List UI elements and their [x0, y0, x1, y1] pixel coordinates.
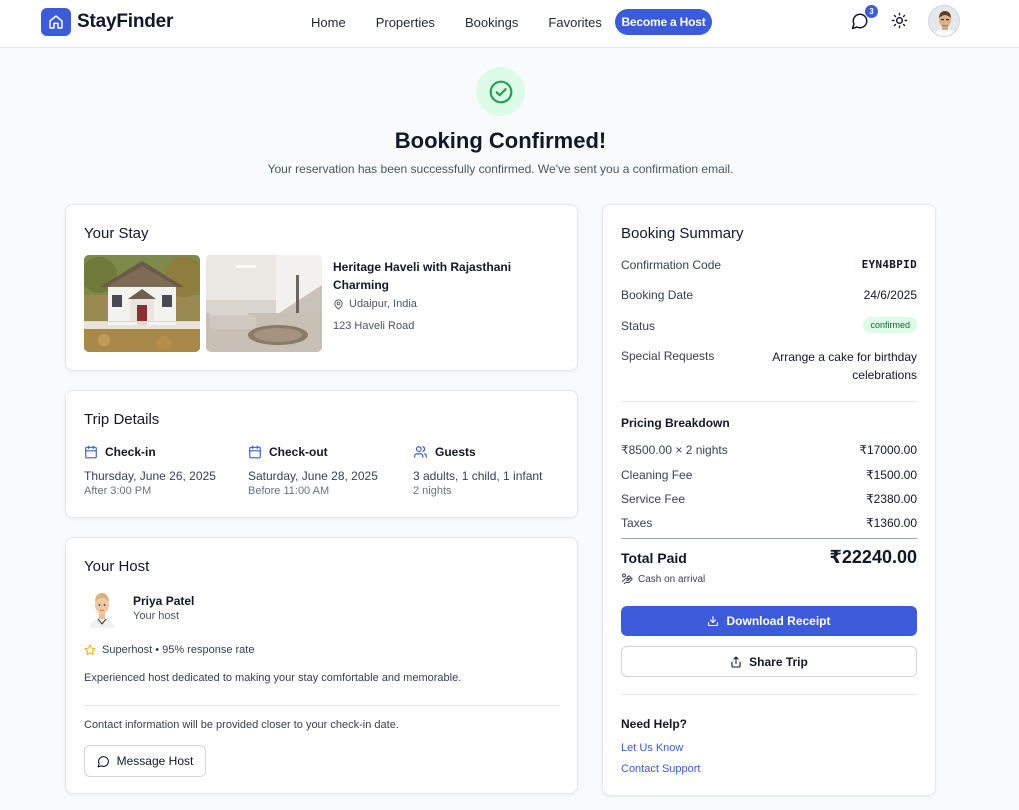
- message-circle-icon: [97, 755, 109, 767]
- notification-badge: 3: [865, 5, 878, 18]
- share-trip-label: Share Trip: [749, 654, 808, 669]
- divider: [84, 705, 559, 706]
- nav-links: Home Properties Bookings Favorites: [311, 0, 632, 44]
- divider: [621, 401, 917, 402]
- page-subtitle: Your reservation has been successfully c…: [267, 162, 734, 176]
- your-stay-card: Your Stay Heritage Haveli with Rajasthan…: [65, 204, 578, 371]
- price-row-nights: ₹8500.00 × 2 nights ₹17000.00: [621, 443, 917, 457]
- users-icon: [414, 446, 427, 458]
- calendar-icon: [85, 445, 97, 459]
- home-logo-icon[interactable]: [41, 8, 71, 36]
- theme-toggle-sun-icon[interactable]: [891, 12, 909, 30]
- your-stay-title: Your Stay: [84, 225, 149, 242]
- superhost-info: Superhost • 95% response rate: [84, 644, 254, 656]
- hand-coins-icon: [622, 573, 633, 584]
- booking-date: 24/6/2025: [863, 288, 917, 302]
- checkout-label: Check-out: [269, 445, 328, 459]
- status-label: Status: [621, 319, 656, 333]
- divider: [621, 694, 917, 695]
- host-contact-note: Contact information will be provided clo…: [84, 719, 399, 731]
- divider: [621, 538, 917, 539]
- total-paid-value: ₹22240.00: [829, 547, 917, 567]
- price-row-service: Service Fee ₹2380.00: [621, 492, 917, 506]
- message-host-button[interactable]: Message Host: [84, 745, 206, 777]
- page-title: Booking Confirmed!: [394, 128, 607, 153]
- contact-support-link[interactable]: Contact Support: [621, 763, 701, 775]
- host-role: Your host: [133, 610, 180, 622]
- your-host-title: Your Host: [84, 558, 150, 575]
- booking-date-label: Booking Date: [621, 288, 694, 302]
- download-receipt-label: Download Receipt: [726, 614, 831, 628]
- price-value: ₹17000.00: [859, 443, 917, 457]
- status-row: Status confirmed: [621, 317, 917, 333]
- price-label: Service Fee: [621, 492, 686, 506]
- checkin-label: Check-in: [105, 445, 156, 459]
- become-host-button[interactable]: Become a Host: [615, 9, 712, 35]
- user-avatar[interactable]: [928, 5, 960, 37]
- booking-summary-title: Booking Summary: [621, 225, 744, 242]
- price-row-taxes: Taxes ₹1360.00: [621, 516, 917, 530]
- nav-link-home[interactable]: Home: [311, 15, 346, 30]
- trip-details-title: Trip Details: [84, 411, 160, 428]
- payment-method: Cash on arrival: [621, 573, 705, 585]
- payment-method-text: Cash on arrival: [638, 573, 706, 585]
- need-help-title: Need Help?: [621, 717, 688, 731]
- property-image-interior[interactable]: [206, 255, 322, 352]
- price-label: Taxes: [621, 516, 653, 530]
- booking-summary-card: Booking Summary Confirmation Code EYN4BP…: [602, 204, 936, 796]
- map-pin-icon: [333, 298, 344, 310]
- property-name[interactable]: Heritage Haveli with Rajasthani Charming: [333, 258, 533, 294]
- checkout-date: Saturday, June 28, 2025: [248, 469, 378, 483]
- success-check-icon: [476, 67, 525, 116]
- property-location-text: Udaipur, India: [349, 298, 417, 310]
- booking-date-row: Booking Date 24/6/2025: [621, 288, 917, 302]
- checkout-section: Check-out Saturday, June 28, 2025 Before…: [248, 444, 378, 497]
- download-receipt-button[interactable]: Download Receipt: [621, 606, 917, 636]
- guests-label: Guests: [435, 445, 476, 459]
- special-requests-label: Special Requests: [621, 349, 715, 363]
- host-avatar[interactable]: [84, 588, 120, 628]
- confirmation-code-label: Confirmation Code: [621, 258, 722, 272]
- status-badge: confirmed: [863, 317, 917, 333]
- share-icon: [731, 655, 741, 668]
- price-label: Cleaning Fee: [621, 468, 693, 482]
- checkin-time: After 3:00 PM: [84, 485, 152, 497]
- nav-link-properties[interactable]: Properties: [376, 15, 435, 30]
- price-label: ₹8500.00 × 2 nights: [621, 443, 728, 457]
- price-value: ₹2380.00: [865, 492, 917, 506]
- let-us-know-link[interactable]: Let Us Know: [621, 742, 683, 754]
- nav-link-bookings[interactable]: Bookings: [465, 15, 518, 30]
- guests-value: 3 adults, 1 child, 1 infant: [413, 469, 543, 483]
- pricing-breakdown-title: Pricing Breakdown: [621, 416, 730, 430]
- guests-section: Guests 3 adults, 1 child, 1 infant 2 nig…: [413, 444, 542, 497]
- nav-link-favorites[interactable]: Favorites: [548, 15, 601, 30]
- superhost-text: Superhost • 95% response rate: [102, 644, 255, 656]
- price-row-cleaning: Cleaning Fee ₹1500.00: [621, 468, 917, 482]
- brand-name[interactable]: StayFinder: [77, 11, 173, 33]
- trip-details-card: Trip Details Check-in Thursday, June 26,…: [65, 390, 578, 518]
- star-icon: [84, 644, 96, 656]
- nights-count: 2 nights: [413, 485, 452, 497]
- download-icon: [708, 615, 719, 627]
- price-value: ₹1360.00: [865, 516, 917, 530]
- message-host-label: Message Host: [116, 754, 194, 768]
- share-trip-button[interactable]: Share Trip: [621, 646, 917, 677]
- total-paid-label: Total Paid: [621, 550, 687, 566]
- confirmation-code-row: Confirmation Code EYN4BPID: [621, 258, 917, 272]
- host-name: Priya Patel: [133, 594, 195, 608]
- special-requests: Arrange a cake for birthday celebrations: [772, 350, 917, 382]
- checkout-time: Before 11:00 AM: [248, 485, 330, 497]
- calendar-icon: [249, 445, 261, 459]
- top-navbar: StayFinder Home Properties Bookings Favo…: [0, 0, 1019, 48]
- host-description: Experienced host dedicated to making you…: [84, 672, 462, 684]
- your-host-card: Your Host Priya Patel Your host Superhos…: [65, 537, 578, 794]
- property-address: 123 Haveli Road: [333, 320, 415, 332]
- confirmation-code: EYN4BPID: [861, 258, 917, 271]
- property-image-exterior[interactable]: [84, 255, 200, 352]
- property-location: Udaipur, India: [333, 298, 417, 310]
- special-requests-row: Special Requests Arrange a cake for birt…: [621, 349, 917, 382]
- checkin-section: Check-in Thursday, June 26, 2025 After 3…: [84, 444, 216, 497]
- checkin-date: Thursday, June 26, 2025: [84, 469, 216, 483]
- price-value: ₹1500.00: [865, 468, 917, 482]
